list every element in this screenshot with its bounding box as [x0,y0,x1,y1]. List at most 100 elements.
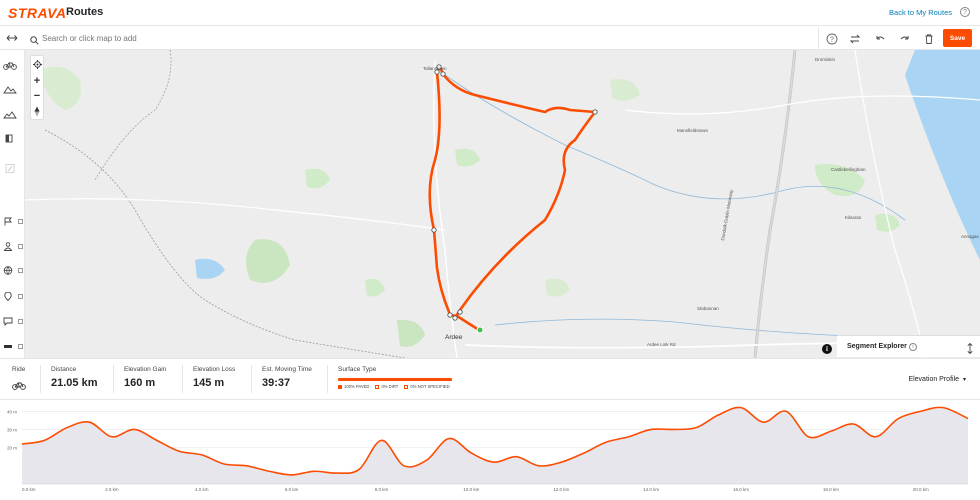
town-label-dromiskin: Dromiskin [815,57,835,62]
expand-arrows-icon[interactable] [6,33,18,45]
river [445,75,905,220]
legend-dirt: 0% DIRT [375,384,398,389]
town-label-castlebellingham: Castlebellingham [831,167,866,172]
waypoint-marker[interactable] [458,310,462,314]
terrain-icon[interactable] [3,108,23,120]
help-icon[interactable]: ? [960,7,970,17]
map-info-icon[interactable]: i [822,344,832,354]
person-icon[interactable] [3,240,23,252]
trash-icon[interactable] [921,31,937,47]
route-stats-bar: Ride Distance 21.05 km Elevation Gain 16… [0,358,980,400]
x-tick-label: 16.0 km [733,487,749,492]
comment-toggle[interactable] [18,319,23,324]
pin-icon[interactable] [3,290,23,302]
bike-icon [12,377,26,395]
stat-surface-type: Surface Type [338,366,376,373]
route-options-sidebar [0,50,25,358]
y-tick-label: 20 m [7,446,17,451]
bike-mode-icon[interactable] [3,59,23,71]
x-tick-label: 14.0 km [643,487,659,492]
waypoint-marker[interactable] [593,110,597,114]
town-label-tallanstown: Tallanstown [423,66,447,71]
elevation-gain-value: 160 m [124,377,166,389]
search-icon [30,32,39,50]
legend-paved: 100% PAVED [338,384,369,389]
back-to-routes-link[interactable]: Back to My Routes [889,8,952,17]
divider [40,365,41,393]
surface-legend: 100% PAVED 0% DIRT 0% NOT SPECIFIED [338,384,450,389]
compass-icon[interactable] [31,104,43,118]
town-label-kilsaran: Kilsaran [845,215,861,220]
comment-icon[interactable] [3,315,23,327]
search-input[interactable] [42,31,422,45]
chevron-down-icon: ▾ [963,377,966,383]
green-area [545,279,570,297]
zoom-in-button[interactable]: + [31,74,43,88]
flag-icon[interactable] [3,215,23,227]
heatmap-icon[interactable] [3,340,23,352]
route-map[interactable]: Tallanstown Ardee Dromiskin Castlebellin… [25,50,980,358]
strava-logo[interactable]: STRAVA [8,5,66,21]
waypoint-marker[interactable] [432,228,436,232]
green-area [305,169,330,189]
road [25,199,445,230]
expand-vertical-icon[interactable] [967,341,973,359]
surface-icon[interactable] [3,132,23,144]
map-canvas[interactable] [25,50,980,358]
zoom-out-button[interactable]: − [31,89,43,103]
flag-toggle[interactable] [18,219,23,224]
save-button[interactable]: Save [943,29,972,47]
info-icon[interactable]: i [909,343,917,351]
elevation-icon[interactable] [3,83,23,95]
y-tick-label: 40 m [7,409,17,414]
town-label-ardee: Ardee [445,334,462,341]
green-area [246,239,290,283]
elevation-profile-toggle[interactable]: Elevation Profile ▾ [908,376,966,383]
waypoint-marker[interactable] [441,72,445,76]
help-circle-icon[interactable]: ? [824,31,840,47]
waypoint-marker[interactable] [453,316,457,320]
undo-icon[interactable] [872,31,888,47]
county-border [45,130,405,358]
svg-text:?: ? [830,36,834,43]
green-area [365,279,385,297]
road [434,60,457,358]
town-label-stabannan: Stabannan [697,306,719,311]
pin-toggle[interactable] [18,294,23,299]
route-line[interactable] [430,67,595,330]
x-tick-label: 18.0 km [823,487,839,492]
globe-toggle[interactable] [18,268,23,273]
pencil-icon[interactable] [3,162,23,174]
county-border [95,50,171,180]
heatmap-toggle[interactable] [18,344,23,349]
divider [182,365,183,393]
surface-type-bar [338,378,452,381]
lake [195,259,225,279]
x-tick-label: 4.0 km [195,487,209,492]
locate-icon[interactable] [31,57,43,71]
x-tick-label: 6.0 km [285,487,299,492]
town-label-annagassan: Annagas [961,234,979,239]
segment-explorer-panel[interactable]: Segment Explorer i [837,335,980,357]
moving-time-value: 39:37 [262,377,312,389]
legend-unspecified: 0% NOT SPECIFIED [404,384,449,389]
globe-icon[interactable] [3,264,23,276]
stat-ride: Ride [12,366,26,395]
elevation-chart[interactable]: 40 m30 m20 m0.0 km2.0 km4.0 km6.0 km8.0 … [0,400,980,495]
distance-value: 21.05 km [51,377,97,389]
stat-moving-time: Est. Moving Time 39:37 [262,366,312,389]
divider [251,365,252,393]
reverse-route-icon[interactable] [847,31,863,47]
start-marker[interactable] [477,327,483,333]
green-area [40,67,81,110]
stat-distance: Distance 21.05 km [51,366,97,389]
segment-explorer-title: Segment Explorer [847,343,907,350]
redo-icon[interactable] [897,31,913,47]
waypoint-marker[interactable] [448,313,452,317]
distance-label: Distance [51,366,97,373]
elevation-profile[interactable]: 40 m30 m20 m0.0 km2.0 km4.0 km6.0 km8.0 … [0,400,980,495]
x-tick-label: 10.0 km [463,487,479,492]
divider [113,365,114,393]
person-toggle[interactable] [18,244,23,249]
map-controls: + − [30,55,44,120]
